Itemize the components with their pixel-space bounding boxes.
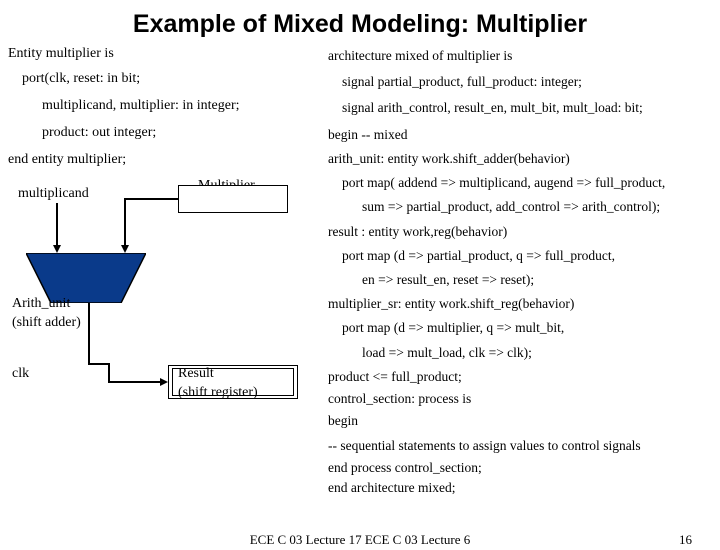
result-label: Result (shift register) xyxy=(178,365,258,403)
result-label-line1: Result xyxy=(178,366,214,381)
arch-line9: port map (d => partial_product, q => ful… xyxy=(342,247,712,265)
line-arith-h1 xyxy=(88,363,110,365)
arch-line17: -- sequential statements to assign value… xyxy=(328,437,712,455)
entity-line3: multiplicand, multiplier: in integer; xyxy=(42,97,328,116)
arrow-multiplicand xyxy=(56,203,58,247)
clk-label: clk xyxy=(12,365,29,384)
entity-line4: product: out integer; xyxy=(42,124,328,143)
entity-line1: Entity multiplier is xyxy=(8,45,328,64)
arch-line15: control_section: process is xyxy=(328,390,712,408)
arch-line13: load => mult_load, clk => clk); xyxy=(362,344,712,362)
arch-line2: signal partial_product, full_product: in… xyxy=(342,73,712,91)
slide-body: Entity multiplier is port(clk, reset: in… xyxy=(0,45,720,497)
page-number: 16 xyxy=(679,532,692,548)
line-arith-down2 xyxy=(108,363,110,381)
entity-line2: port(clk, reset: in bit; xyxy=(22,70,328,89)
arch-line19: end architecture mixed; xyxy=(328,479,712,497)
line-arith-h2 xyxy=(108,381,160,383)
slide-title: Example of Mixed Modeling: Multiplier xyxy=(0,10,720,39)
arch-line10: en => result_en, reset => reset); xyxy=(362,271,712,289)
arch-line18: end process control_section; xyxy=(328,459,712,477)
arch-line14: product <= full_product; xyxy=(328,368,712,386)
line-multreg-v xyxy=(124,198,126,247)
block-diagram: multiplicand Multiplier (register) Arith xyxy=(8,175,328,415)
multiplier-register-box xyxy=(178,185,288,213)
arch-line11: multiplier_sr: entity work.shift_reg(beh… xyxy=(328,295,712,313)
arrowhead-multiplicand xyxy=(53,245,61,253)
arith-label-line1: Arith_unit xyxy=(12,296,70,311)
arch-line12: port map (d => multiplier, q => mult_bit… xyxy=(342,319,712,337)
left-column: Entity multiplier is port(clk, reset: in… xyxy=(8,45,328,497)
entity-line5: end entity multiplier; xyxy=(8,151,328,170)
right-column: architecture mixed of multiplier is sign… xyxy=(328,45,712,497)
arch-line4: begin -- mixed xyxy=(328,126,712,144)
arith-unit-label: Arith_unit (shift adder) xyxy=(12,295,81,333)
arrowhead-multreg xyxy=(121,245,129,253)
footer-center: ECE C 03 Lecture 17 ECE C 03 Lecture 6 xyxy=(250,532,471,548)
arch-line3: signal arith_control, result_en, mult_bi… xyxy=(342,99,712,117)
arch-line5: arith_unit: entity work.shift_adder(beha… xyxy=(328,150,712,168)
arrowhead-to-result xyxy=(160,378,168,386)
arch-line1: architecture mixed of multiplier is xyxy=(328,47,712,65)
arith-label-line2: (shift adder) xyxy=(12,315,81,330)
arch-line6: port map( addend => multiplicand, augend… xyxy=(342,174,712,192)
arch-line8: result : entity work,reg(behavior) xyxy=(328,223,712,241)
line-arith-down xyxy=(88,303,90,363)
multiplicand-label: multiplicand xyxy=(18,185,89,204)
result-label-line2: (shift register) xyxy=(178,385,258,400)
arch-line7: sum => partial_product, add_control => a… xyxy=(362,198,712,216)
line-multreg-h xyxy=(124,198,178,200)
arch-line16: begin xyxy=(328,412,712,430)
